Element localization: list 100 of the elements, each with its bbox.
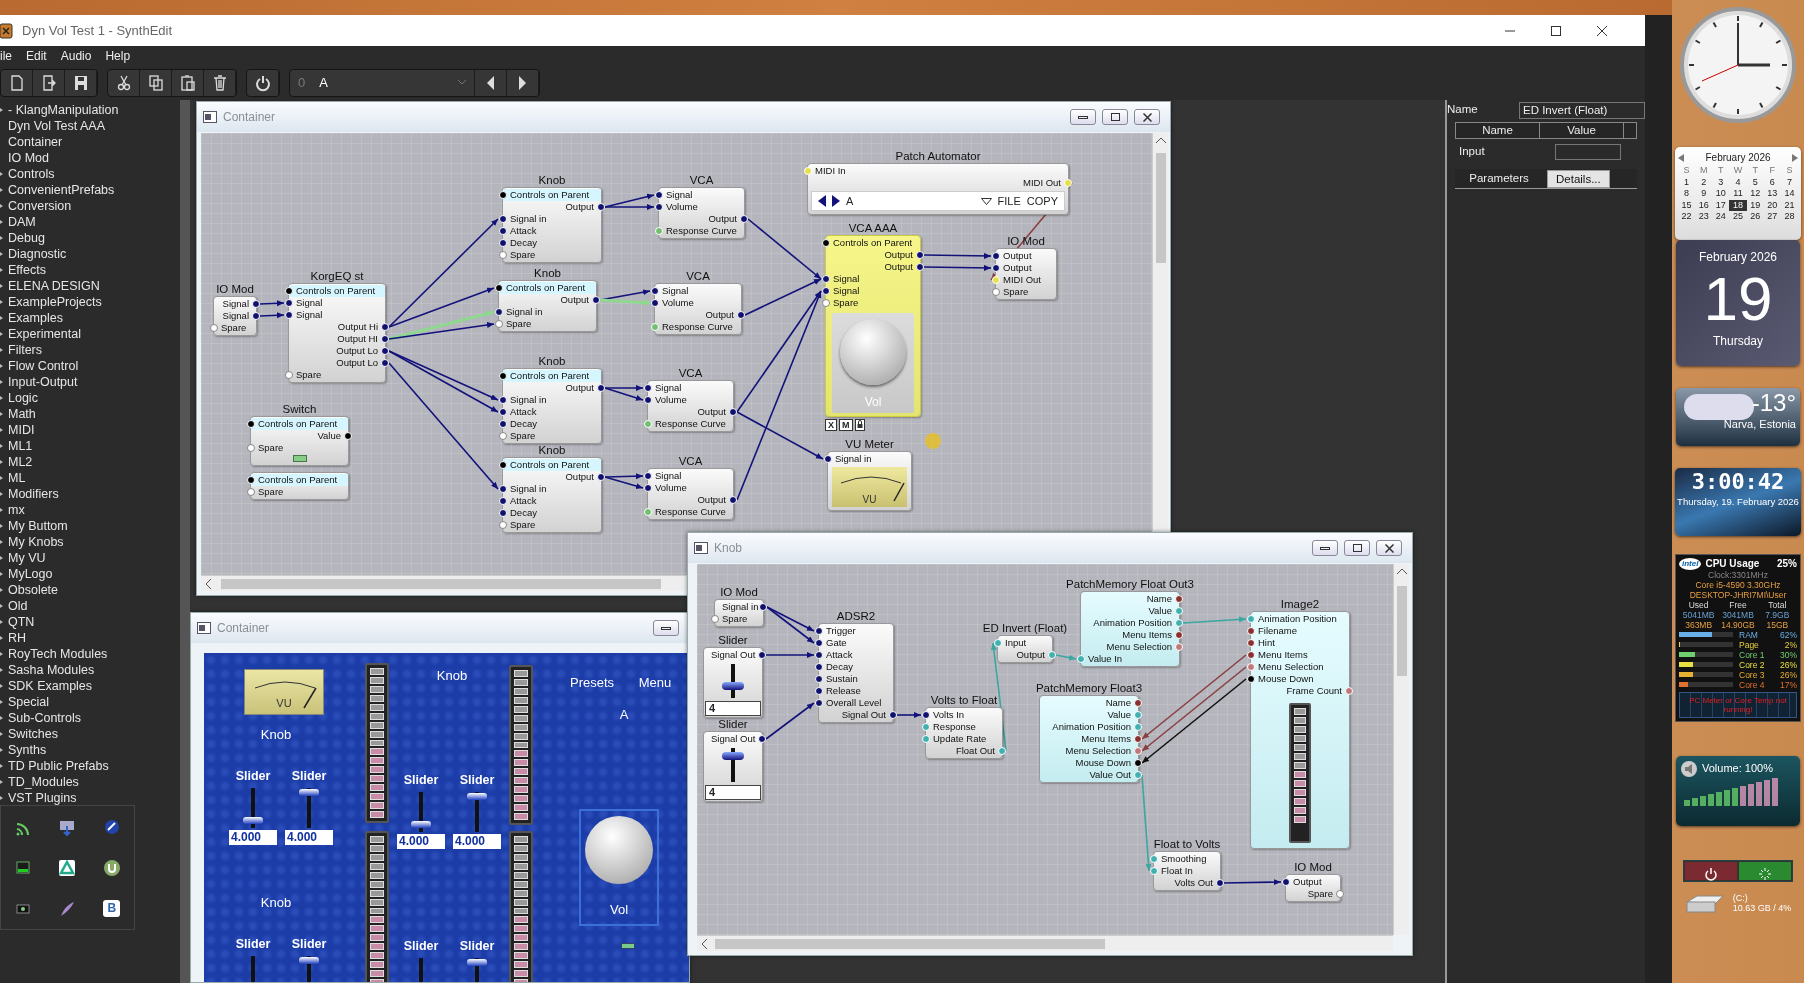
calendar-day[interactable]: 4: [1729, 176, 1747, 188]
module-box[interactable]: Input Output: [997, 635, 1053, 663]
tree-item[interactable]: Container: [8, 135, 63, 149]
tree-item[interactable]: RoyTech Modules: [8, 647, 108, 661]
module-box[interactable]: Signal Out 4: [703, 731, 763, 802]
module-box[interactable]: Output Output MIDI Out Spare: [995, 248, 1057, 300]
value-field[interactable]: 4.000: [285, 829, 333, 845]
tree-item[interactable]: TD Public Prefabs: [8, 759, 109, 773]
calendar-day[interactable]: 27: [1763, 211, 1781, 223]
tree-item[interactable]: - KlangManipulation: [8, 103, 119, 117]
tree-item[interactable]: Synths: [8, 743, 47, 757]
calendar-day[interactable]: 21: [1780, 199, 1798, 211]
module-box[interactable]: Signal Volume Output Response Curve: [647, 468, 734, 520]
tree-item[interactable]: Dyn Vol Test AAA: [8, 119, 106, 133]
tree-item[interactable]: ML2: [8, 455, 33, 469]
b-app-icon[interactable]: B: [103, 900, 121, 917]
tree-item[interactable]: Flow Control: [8, 359, 79, 373]
module-box[interactable]: Animation Position Filename Hint Menu Items Menu Selection Mouse Down Frame Count: [1250, 611, 1350, 849]
menu-item[interactable]: Edit: [26, 46, 47, 65]
tree-item[interactable]: Experimental: [8, 327, 81, 341]
calendar-day[interactable]: 14: [1780, 188, 1798, 200]
value-field[interactable]: 4.000: [397, 833, 445, 849]
tree-item[interactable]: ML1: [8, 439, 33, 453]
tree-item[interactable]: Controls: [8, 167, 55, 181]
tree-item[interactable]: Sub-Controls: [8, 711, 81, 725]
tree-item[interactable]: My VU: [8, 551, 46, 565]
module-box[interactable]: Trigger Gate Attack Decay Sustain Release Overall Level Signal Out: [818, 623, 894, 723]
module-box[interactable]: MIDI In MIDI Out A FILE COPY: [807, 163, 1069, 215]
value-field[interactable]: 4.000: [453, 833, 501, 849]
module-box[interactable]: Signal Volume Output Response Curve: [658, 187, 745, 239]
tree-item[interactable]: Effects: [8, 263, 46, 277]
tree-item[interactable]: Diagnostic: [8, 247, 67, 261]
text-button[interactable]: FILE: [997, 192, 1021, 210]
module-box[interactable]: Output Spare: [1285, 874, 1341, 902]
calendar-day[interactable]: 18: [1729, 199, 1747, 211]
tree-item[interactable]: Debug: [8, 231, 45, 245]
text-button[interactable]: COPY: [1026, 192, 1058, 210]
tree-item[interactable]: ELENA DESIGN: [8, 279, 100, 293]
name-field[interactable]: ED Invert (Float): [1519, 101, 1645, 119]
module-box[interactable]: Controls on Parent Output Signal in Spare: [498, 280, 597, 332]
tree-item[interactable]: Filters: [8, 343, 43, 357]
module-box[interactable]: Controls on Parent Output Signal in Attack Decay Spare: [502, 368, 602, 444]
menu-item[interactable]: Help: [105, 46, 131, 65]
menu-item[interactable]: ile: [0, 46, 12, 65]
calendar-day[interactable]: 23: [1695, 211, 1713, 223]
tree-item[interactable]: Sasha Modules: [8, 663, 95, 677]
calendar-day[interactable]: 7: [1780, 176, 1798, 188]
module-box[interactable]: Signal in VU: [827, 451, 912, 511]
tree-item[interactable]: IO Mod: [8, 151, 49, 165]
module-box[interactable]: Controls on Parent Output Signal in Attack Decay Spare: [502, 457, 602, 533]
calendar-day[interactable]: 12: [1746, 188, 1764, 200]
tree-item[interactable]: mx: [8, 503, 25, 517]
tag-button[interactable]: M: [839, 419, 853, 431]
value-field[interactable]: 4: [705, 785, 761, 800]
tree-item[interactable]: RH: [8, 631, 27, 645]
calendar-day[interactable]: 19: [1746, 199, 1764, 211]
calendar-day[interactable]: 2: [1695, 176, 1713, 188]
tree-item[interactable]: VST Plugins: [8, 791, 77, 805]
menu-item[interactable]: Audio: [60, 46, 92, 65]
tree-item[interactable]: Math: [8, 407, 36, 421]
module-box[interactable]: Signal Signal Spare: [213, 296, 257, 336]
tree-item[interactable]: QTN: [8, 615, 35, 629]
calendar-day[interactable]: 1: [1678, 176, 1696, 188]
tree-item[interactable]: SDK Examples: [8, 679, 93, 693]
details-button[interactable]: Details...: [1547, 169, 1610, 188]
module-box[interactable]: Controls on Parent Spare: [250, 472, 349, 500]
module-box[interactable]: Signal Volume Output Response Curve: [647, 380, 734, 432]
calendar-day[interactable]: 6: [1763, 176, 1781, 188]
calendar-day[interactable]: 28: [1780, 211, 1798, 223]
tree-item[interactable]: My Buttom: [8, 519, 68, 533]
module-box[interactable]: Name Value Animation Position Menu Items Menu Selection Mouse Down Value Out: [1039, 695, 1139, 783]
calendar-day[interactable]: 16: [1695, 199, 1713, 211]
module-box[interactable]: Controls on Parent Signal Signal Output Hi Output HI Output Lo Output Lo Spare: [288, 283, 386, 383]
tree-item[interactable]: DAM: [8, 215, 36, 229]
calendar-day[interactable]: 3: [1712, 176, 1730, 188]
tree-item[interactable]: ExampleProjects: [8, 295, 102, 309]
calendar-day[interactable]: 25: [1729, 211, 1747, 223]
module-box[interactable]: Name Value Animation Position Menu Items Menu Selection Value In: [1080, 591, 1180, 667]
calendar-day[interactable]: 8: [1678, 188, 1696, 200]
module-box[interactable]: Signal in Spare: [714, 599, 764, 627]
module-box[interactable]: Controls on Parent Value Spare: [250, 416, 349, 466]
calendar-day[interactable]: 22: [1678, 211, 1696, 223]
module-box[interactable]: Smoothing Float In Volts Out: [1153, 851, 1221, 891]
tree-item[interactable]: My Knobs: [8, 535, 64, 549]
tree-item[interactable]: Conversion: [8, 199, 72, 213]
tree-item[interactable]: Switches: [8, 727, 59, 741]
tree-item[interactable]: Examples: [8, 311, 63, 325]
calendar-day[interactable]: 17: [1712, 199, 1730, 211]
calendar-day[interactable]: 26: [1746, 211, 1764, 223]
calendar-day[interactable]: 9: [1695, 188, 1713, 200]
calendar-day[interactable]: 13: [1763, 188, 1781, 200]
tree-item[interactable]: Input-Output: [8, 375, 78, 389]
calendar-day[interactable]: 10: [1712, 188, 1730, 200]
tree-item[interactable]: Obsolete: [8, 583, 59, 597]
tag-button[interactable]: X: [825, 419, 837, 431]
value-field[interactable]: 4.000: [229, 829, 277, 845]
tree-item[interactable]: ML: [8, 471, 26, 485]
tree-item[interactable]: MyLogo: [8, 567, 53, 581]
calendar-day[interactable]: 20: [1763, 199, 1781, 211]
tree-item[interactable]: Logic: [8, 391, 38, 405]
